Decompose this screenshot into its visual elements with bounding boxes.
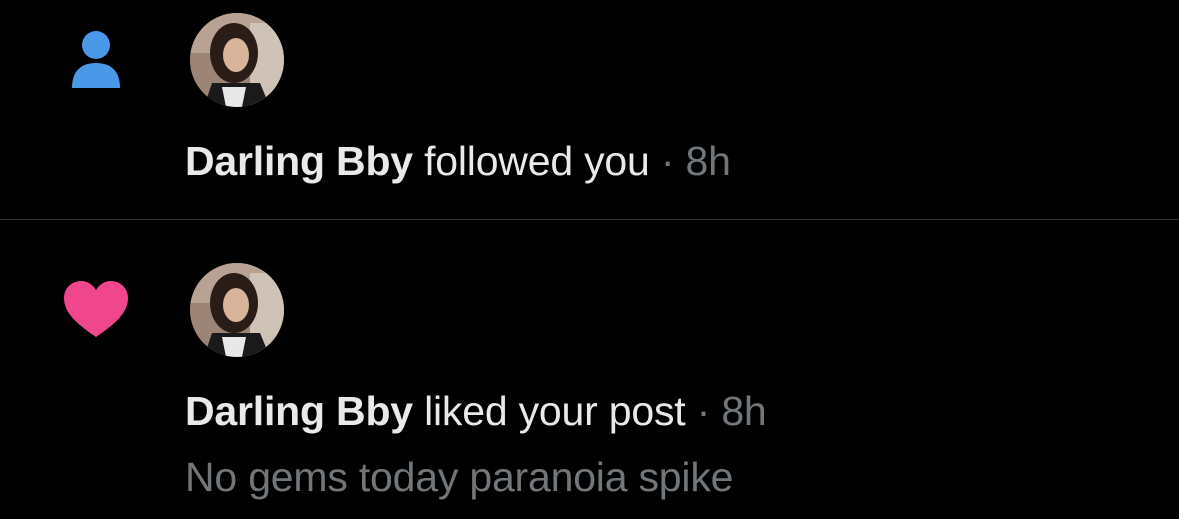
action-text: liked your post [424, 388, 686, 434]
timestamp: 8h [685, 138, 731, 184]
notification-follow[interactable]: Darling Bby followed you · 8h [0, 0, 1179, 219]
notification-text: Darling Bby liked your post · 8h [185, 386, 767, 436]
person-icon [72, 31, 120, 88]
notification-like[interactable]: Darling Bby liked your post · 8h No gems… [0, 220, 1179, 519]
user-name[interactable]: Darling Bby [185, 138, 413, 184]
separator: · [696, 388, 711, 434]
user-name[interactable]: Darling Bby [185, 388, 413, 434]
heart-icon [64, 281, 128, 337]
timestamp: 8h [721, 388, 767, 434]
notification-text: Darling Bby followed you · 8h [185, 136, 731, 186]
action-text: followed you [424, 138, 650, 184]
avatar[interactable] [190, 13, 284, 107]
post-preview[interactable]: No gems today paranoia spike [185, 452, 733, 502]
separator: · [660, 138, 675, 184]
avatar[interactable] [190, 263, 284, 357]
